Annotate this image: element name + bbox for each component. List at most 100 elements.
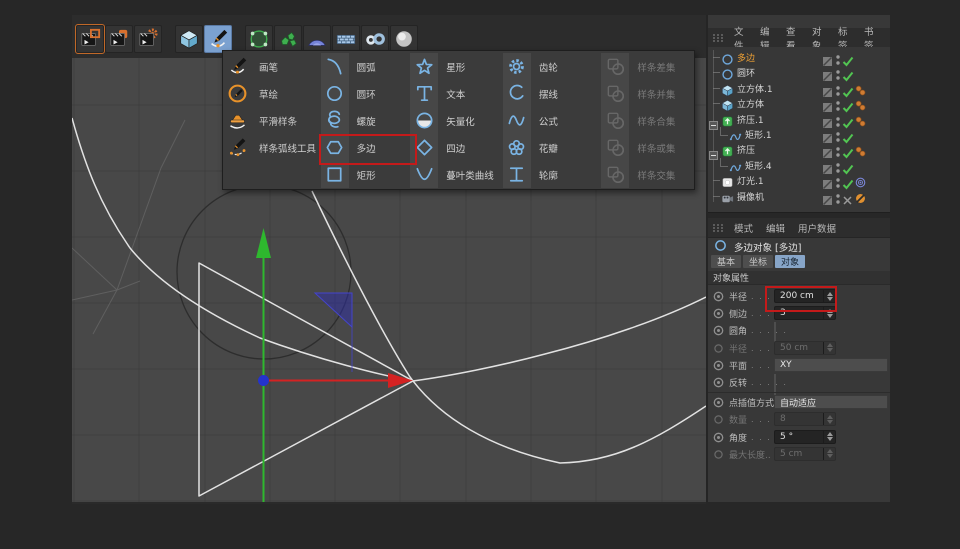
tab-对象[interactable]: 对象 [775,255,805,268]
spline-boolean-icon [601,53,629,80]
tool-render-clapper-box[interactable] [105,25,133,53]
menu-item-spline-boolean-4-3[interactable]: 样条或集 [601,134,694,161]
attr-row-9: 最大长度..5 cm [708,446,890,463]
rectangle-icon [321,161,349,188]
stepper-down-icon[interactable] [827,454,833,458]
tool-cube-primitive[interactable] [175,25,203,53]
attr-dropdown[interactable]: 自动适应 [774,395,888,409]
tab-坐标[interactable]: 坐标 [743,255,773,268]
menu-item-circle-1-1[interactable]: 圆环 [321,80,411,107]
object-name: 摄像机 [737,190,764,203]
attr-dropdown[interactable]: XY [774,358,888,372]
object-row-圆环[interactable]: 圆环 [708,65,890,80]
layer-toggle-icon[interactable] [822,191,833,210]
tab-基本[interactable]: 基本 [711,255,741,268]
menu-item-formula-3-2[interactable]: 公式 [503,107,602,134]
tool-blue-bricks[interactable] [332,25,360,53]
attr-number-field[interactable]: 50 cm [774,341,836,355]
menu-item-star-2-0[interactable]: 星形 [410,53,503,80]
tool-render-clapper-gear[interactable] [134,25,162,53]
menu-item-spline-boolean-4-2[interactable]: 样条合集 [601,107,694,134]
application-window: 画笔草绘平滑样条样条弧线工具圆弧圆环螺旋多边矩形星形文本矢量化四边蔓叶类曲线齿轮… [72,15,890,502]
object-row-多边[interactable]: 多边 [708,50,890,65]
menu-item-profile-3-4[interactable]: 轮廓 [503,161,602,188]
menu-item-spline-boolean-4-4[interactable]: 样条交集 [601,161,694,188]
menu-item-spline-boolean-4-1[interactable]: 样条并集 [601,80,694,107]
spline-boolean-icon [601,80,629,107]
object-row-灯光.1[interactable]: 灯光.1 [708,173,890,188]
stepper-down-icon[interactable] [827,314,833,318]
menu-column-2: 星形文本矢量化四边蔓叶类曲线 [410,53,503,189]
stepper-down-icon[interactable] [827,348,833,352]
stepper-icon[interactable] [823,413,835,425]
object-row-挤压[interactable]: 挤压 [708,142,890,157]
menu-item-text-2-1[interactable]: 文本 [410,80,503,107]
om-light-icon [721,174,734,187]
menubar-item-1[interactable]: 编辑 [766,221,785,235]
tool-sphere[interactable] [390,25,418,53]
visibility-dots-icon[interactable] [835,190,841,209]
menu-item-label: 花瓣 [531,141,558,155]
attr-number-field[interactable]: 8 [774,412,836,426]
menu-item-vectorize-2-2[interactable]: 矢量化 [410,107,503,134]
param-circle-icon [713,428,724,447]
menu-item-label: 蔓叶类曲线 [438,168,494,182]
object-row-矩形.1[interactable]: 矩形.1 [708,127,890,142]
menu-item-cycloid-3-1[interactable]: 摆线 [503,80,602,107]
tool-spline-pen[interactable] [204,25,232,53]
spline-arc-icon [223,134,251,161]
menu-item-label: 矢量化 [438,114,475,128]
stepper-up-icon[interactable] [827,343,833,347]
spline-boolean-icon [601,107,629,134]
stepper-icon[interactable] [823,431,835,443]
attr-label: 平面 [729,359,747,372]
object-name: 立方体.1 [737,82,773,95]
stepper-icon[interactable] [823,448,835,460]
cinema4d-screenshot: 画笔草绘平滑样条样条弧线工具圆弧圆环螺旋多边矩形星形文本矢量化四边蔓叶类曲线齿轮… [0,0,960,549]
object-row-立方体.1[interactable]: 立方体.1 [708,81,890,96]
attr-number-field[interactable]: 5 cm [774,447,836,461]
stepper-up-icon[interactable] [827,449,833,453]
tool-green-rocks[interactable] [274,25,302,53]
stepper-up-icon[interactable] [827,415,833,419]
stepper-icon[interactable] [823,342,835,354]
tag-material-icon[interactable] [854,113,867,126]
menu-item-smooth-spline-0-2[interactable]: 平滑样条 [223,107,321,134]
formula-icon [503,107,531,134]
tag-material-icon[interactable] [854,82,867,95]
menubar-item-2[interactable]: 用户数据 [798,221,836,235]
tool-blue-shell[interactable] [303,25,331,53]
tool-render-clapper-frame[interactable] [76,25,104,53]
tag-protect-icon[interactable] [854,190,867,203]
menu-item-pen-0-0[interactable]: 画笔 [223,53,321,80]
menu-item-cissoid-2-4[interactable]: 蔓叶类曲线 [410,161,503,188]
menu-item-rectangle-1-4[interactable]: 矩形 [321,161,411,188]
menu-item-arc-1-0[interactable]: 圆弧 [321,53,411,80]
stepper-down-icon[interactable] [827,437,833,441]
stepper-down-icon[interactable] [827,420,833,424]
menu-item-helix-1-2[interactable]: 螺旋 [321,107,411,134]
tag-material-icon[interactable] [854,143,867,156]
object-row-挤压.1[interactable]: 挤压.1 [708,112,890,127]
tag-target-icon[interactable] [854,174,867,187]
menu-item-spline-arc-0-3[interactable]: 样条弧线工具 [223,134,321,161]
disabled-cross-icon[interactable] [842,191,853,210]
menu-item-spline-boolean-4-0[interactable]: 样条差集 [601,53,694,80]
menu-item-sketch-0-1[interactable]: 草绘 [223,80,321,107]
origin-point [258,375,269,386]
object-row-立方体[interactable]: 立方体 [708,96,890,111]
menu-item-gear-3-0[interactable]: 齿轮 [503,53,602,80]
object-row-矩形.4[interactable]: 矩形.4 [708,158,890,173]
tool-rings[interactable] [361,25,389,53]
menubar-item-0[interactable]: 模式 [734,221,753,235]
object-row-摄像机[interactable]: 摄像机 [708,189,890,204]
om-extrude-icon [721,143,734,156]
attr-number-field[interactable]: 5 ° [774,430,836,444]
menu-item-four-side-2-3[interactable]: 四边 [410,134,503,161]
stepper-up-icon[interactable] [827,432,833,436]
tool-green-cage[interactable] [245,25,273,53]
menu-item-flower-3-3[interactable]: 花瓣 [503,134,602,161]
tag-material-icon[interactable] [854,97,867,110]
attr-label: 半径 [729,290,747,303]
menu-item-label: 样条并集 [629,87,675,101]
